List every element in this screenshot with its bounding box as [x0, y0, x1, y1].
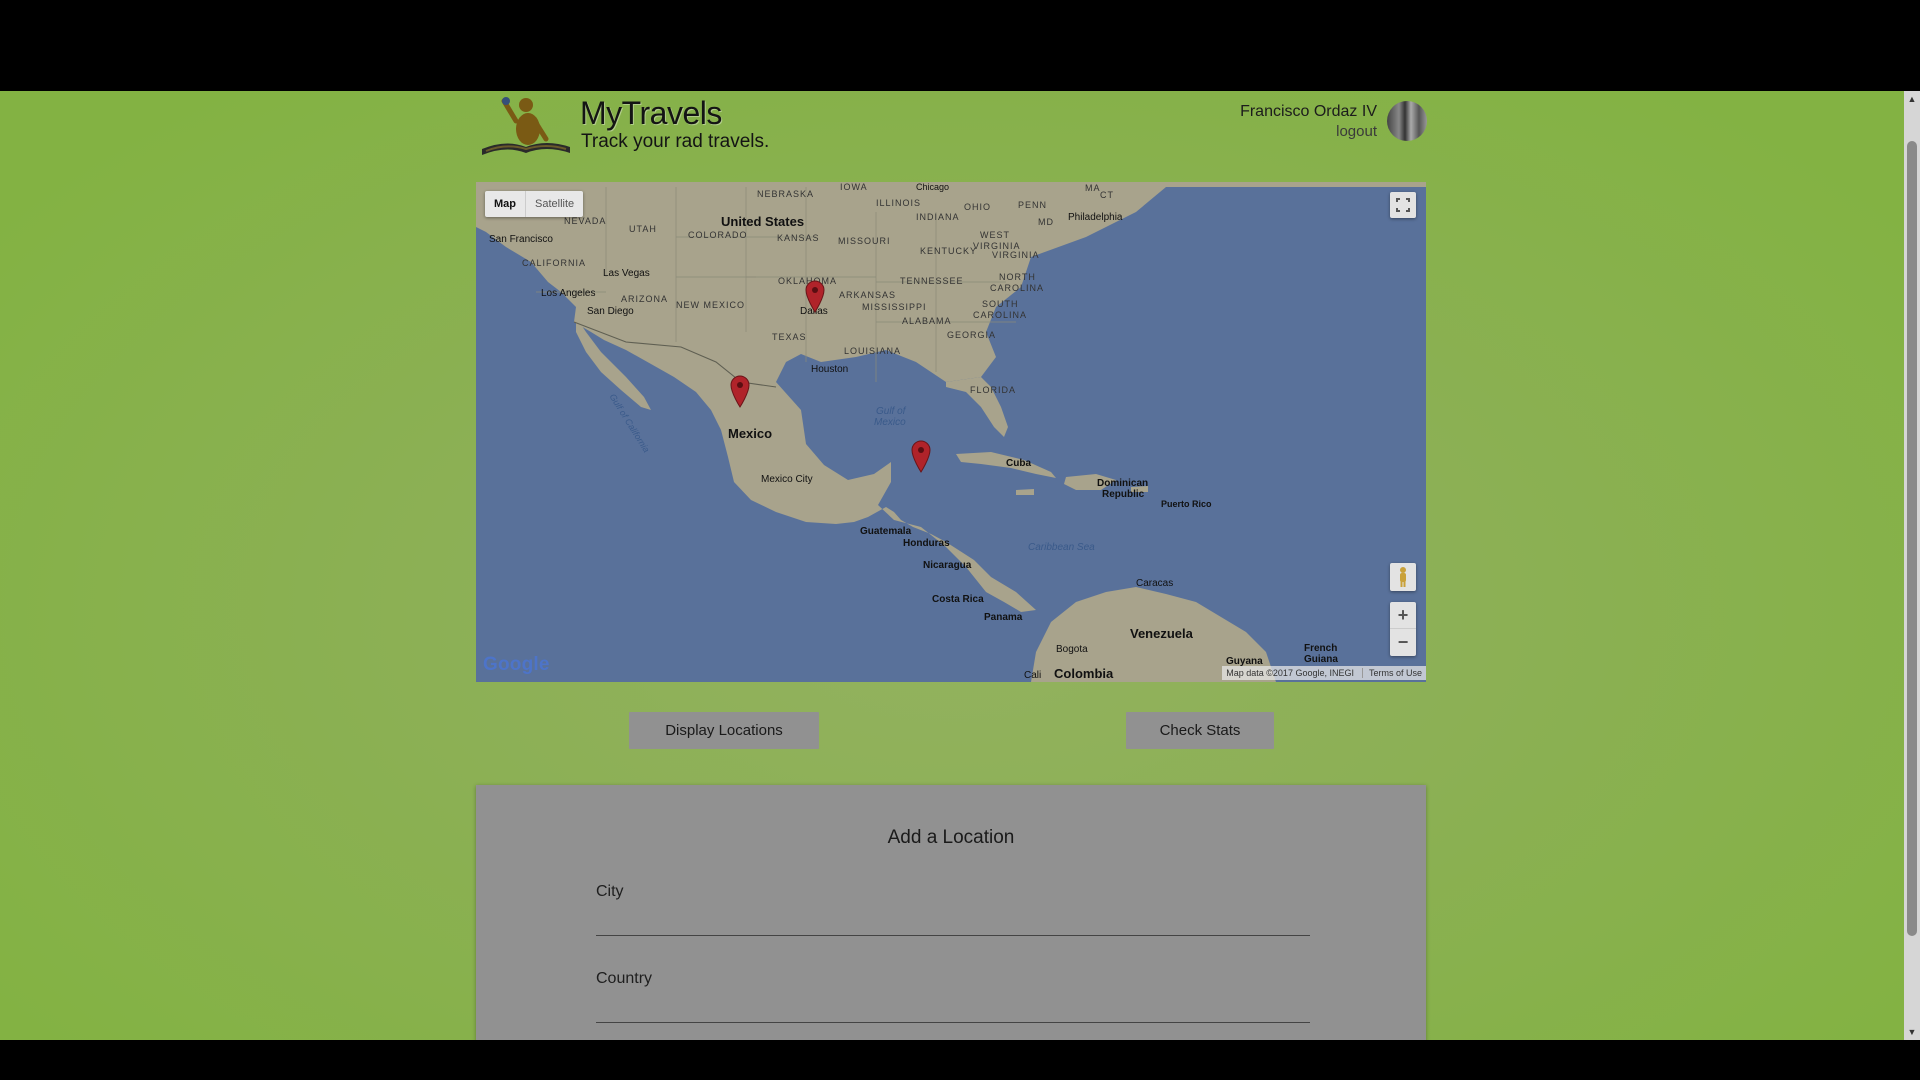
map-type-satellite-button[interactable]: Satellite [525, 191, 583, 217]
zoom-in-button[interactable]: + [1390, 602, 1416, 629]
page-scrollbar[interactable]: ▲ ▼ [1904, 91, 1920, 1040]
add-location-card: Add a Location City Country [476, 785, 1426, 1040]
zoom-out-button[interactable]: − [1390, 629, 1416, 656]
puerto-rico-island [1131, 486, 1148, 492]
page-viewport: MyTravels Track your rad travels. Franci… [0, 91, 1904, 1040]
map-canvas[interactable] [476, 182, 1426, 682]
add-location-title: Add a Location [887, 827, 1015, 848]
user-avatar[interactable] [1387, 101, 1427, 141]
cuba-island [956, 452, 1056, 478]
display-locations-button[interactable]: Display Locations [629, 712, 819, 749]
browser-top-bar [0, 0, 1920, 91]
terms-of-use-link[interactable]: Terms of Use [1361, 668, 1422, 678]
traveler-logo [482, 97, 570, 155]
map-type-control: Map Satellite [485, 191, 584, 217]
florida [946, 377, 1008, 437]
google-logo-text: Google [483, 654, 550, 675]
map-marker[interactable] [804, 279, 826, 313]
map-data-credit: Map data ©2017 Google, INEGI [1226, 668, 1354, 678]
user-name: Francisco Ordaz IV [1240, 103, 1377, 120]
scroll-thumb[interactable] [1907, 141, 1917, 936]
fullscreen-button[interactable] [1390, 192, 1416, 218]
pegman-icon [1400, 567, 1406, 587]
north-america-land [476, 182, 1426, 612]
app-tagline: Track your rad travels. [581, 131, 770, 152]
jamaica-island [1016, 489, 1034, 495]
check-stats-button[interactable]: Check Stats [1126, 712, 1274, 749]
scroll-down-arrow-icon[interactable]: ▼ [1904, 1024, 1920, 1040]
scroll-up-arrow-icon[interactable]: ▲ [1904, 91, 1920, 107]
street-view-pegman-button[interactable] [1390, 563, 1416, 591]
city-input[interactable] [596, 903, 1310, 936]
city-label: City [596, 883, 624, 900]
country-label: Country [596, 970, 653, 987]
fullscreen-icon [1396, 198, 1410, 212]
logout-link[interactable]: logout [1336, 123, 1377, 140]
app-title: MyTravels [580, 95, 722, 131]
zoom-control: + − [1390, 602, 1416, 656]
browser-bottom-bar [0, 1040, 1920, 1080]
country-input[interactable] [596, 990, 1310, 1023]
travel-map[interactable]: United States Mexico Cuba Venezuela Colo… [476, 182, 1426, 682]
hispaniola-island [1064, 474, 1116, 490]
map-marker[interactable] [910, 439, 932, 473]
map-attribution: Map data ©2017 Google, INEGI Terms of Use [1222, 666, 1426, 680]
google-logo[interactable]: Google [483, 654, 550, 676]
map-marker[interactable] [729, 374, 751, 408]
map-type-map-button[interactable]: Map [485, 191, 525, 217]
